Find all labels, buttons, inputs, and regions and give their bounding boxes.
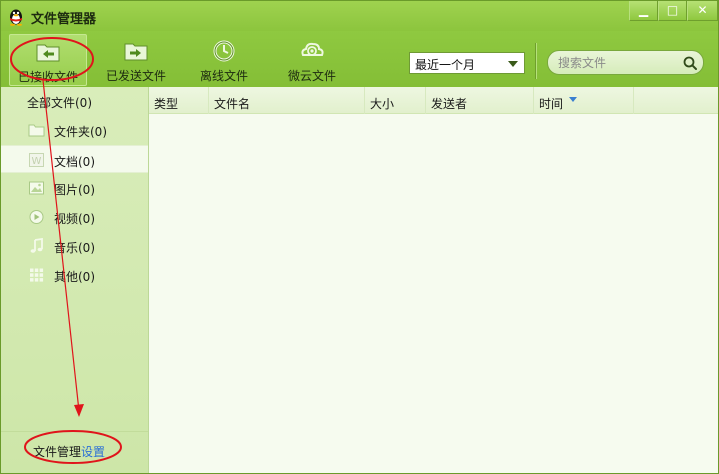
file-list: 类型 文件名 大小 发送者 时间: [149, 87, 718, 473]
svg-text:W: W: [32, 156, 42, 167]
minimize-button[interactable]: ▁: [629, 1, 658, 21]
maximize-button[interactable]: □: [658, 1, 687, 21]
sidebar-item-label: 音乐(0): [54, 241, 95, 255]
other-grid-icon: [30, 268, 44, 282]
column-label: 大小: [370, 97, 395, 111]
column-label: 时间: [539, 97, 564, 111]
sidebar-item-label: 其他(0): [54, 270, 95, 284]
column-label: 类型: [154, 97, 179, 111]
sidebar-item-other[interactable]: 其他(0): [1, 261, 148, 289]
sidebar-item-label: 文档(0): [54, 155, 95, 169]
sidebar-item-music[interactable]: 音乐(0): [1, 232, 148, 260]
column-header-filename[interactable]: 文件名: [209, 87, 365, 114]
document-icon: W: [29, 153, 44, 167]
file-list-header: 类型 文件名 大小 发送者 时间: [149, 87, 718, 114]
tool-label: 离线文件: [199, 69, 248, 83]
sidebar-item-label: 视频(0): [54, 212, 95, 226]
tool-label: 微云文件: [287, 69, 336, 83]
settings-link[interactable]: 设置: [81, 445, 105, 459]
date-range-value: 最近一个月: [415, 58, 476, 72]
sidebar-item-videos[interactable]: 视频(0): [1, 203, 148, 231]
tool-weiyun-files[interactable]: 微云文件: [273, 34, 351, 86]
window-title: 文件管理器: [31, 12, 97, 27]
image-icon: [29, 181, 44, 195]
tool-offline-files[interactable]: 离线文件: [185, 34, 263, 86]
footer-label: 文件管理: [33, 445, 82, 459]
column-header-time[interactable]: 时间: [534, 87, 634, 114]
sidebar-item-label: 文件夹(0): [54, 125, 107, 139]
close-button[interactable]: ✕: [687, 1, 718, 21]
column-label: 发送者: [431, 97, 468, 111]
date-range-select[interactable]: 最近一个月: [409, 52, 525, 74]
qq-penguin-icon: [10, 9, 22, 26]
sidebar-item-images[interactable]: 图片(0): [1, 174, 148, 202]
tool-label: 已发送文件: [105, 69, 166, 83]
offline-files-icon: [213, 40, 235, 62]
folder-icon: [28, 124, 45, 137]
tool-received-files[interactable]: 已接收文件: [9, 34, 87, 86]
sidebar-item-documents[interactable]: W 文档(0): [1, 145, 148, 173]
sidebar-item-all-files[interactable]: 全部文件(0): [27, 94, 92, 111]
sidebar-item-label: 图片(0): [54, 183, 95, 197]
sidebar-divider: [1, 431, 148, 432]
column-label: 文件名: [214, 97, 251, 111]
tool-sent-files[interactable]: 已发送文件: [97, 34, 175, 86]
sort-descending-icon: [569, 97, 577, 102]
sidebar-footer: 文件管理设置: [33, 443, 105, 460]
file-manager-window: 文件管理器 ▁ □ ✕ 已接收文件 已发送文件 离线文件 微云文件 最近一个月 …: [0, 0, 719, 474]
received-files-icon: [36, 44, 60, 62]
sidebar-item-folders[interactable]: 文件夹(0): [1, 116, 148, 144]
tool-label: 已接收文件: [17, 70, 78, 84]
toolbar-separator: [535, 43, 536, 79]
sidebar: 全部文件(0) 文件夹(0) W 文档(0) 图片(0) 视频(0) 音乐(0)…: [1, 87, 149, 473]
chevron-down-icon: [508, 61, 518, 67]
music-note-icon: [30, 238, 43, 253]
video-icon: [29, 210, 44, 224]
column-header-size[interactable]: 大小: [365, 87, 426, 114]
search-icon[interactable]: [682, 55, 698, 71]
sent-files-icon: [124, 43, 148, 61]
weiyun-cloud-icon: [301, 42, 324, 56]
search-box: [547, 50, 704, 75]
search-input[interactable]: [558, 55, 678, 71]
column-header-sender[interactable]: 发送者: [426, 87, 534, 114]
column-header-type[interactable]: 类型: [149, 87, 209, 114]
title-bar: 文件管理器 ▁ □ ✕: [1, 1, 718, 31]
